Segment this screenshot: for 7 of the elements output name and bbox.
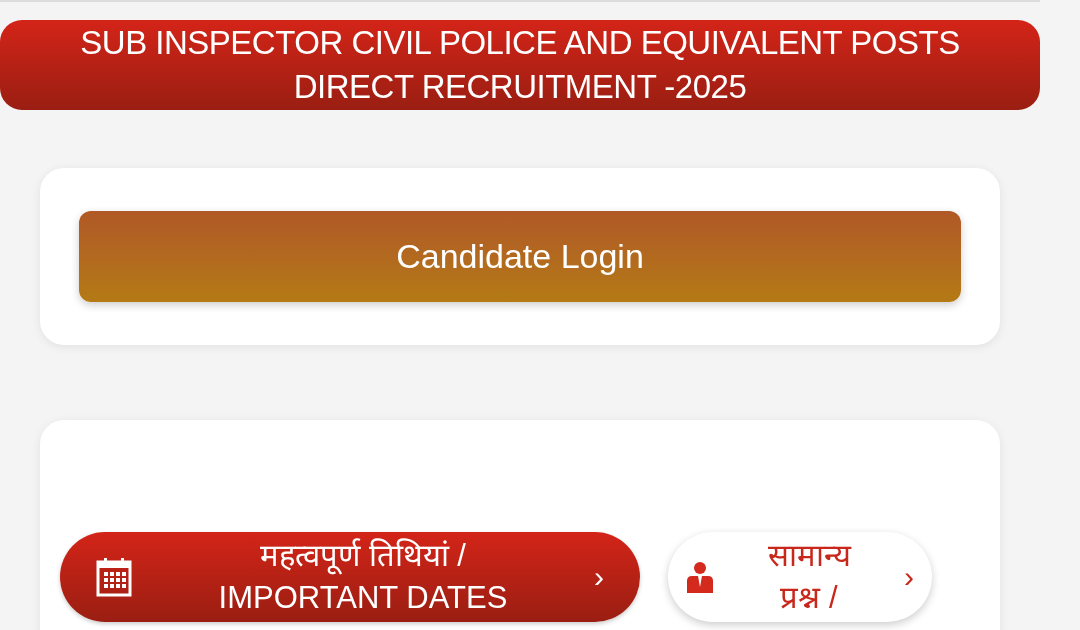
dates-button[interactable]: महत्वपूर्ण तिथियां / IMPORTANT DATES ›: [60, 532, 640, 622]
calendar-icon: [96, 557, 132, 597]
banner-title: SUB INSPECTOR CIVIL POLICE AND EQUIVALENT POSTS: [80, 23, 960, 63]
login-button[interactable]: Candidate Login: [79, 211, 961, 302]
banner-title: DIRECT RECRUITMENT -2025: [293, 67, 747, 107]
faq-button[interactable]: सामान्य प्रश्न / ›: [668, 532, 932, 622]
person-icon: [686, 561, 714, 593]
